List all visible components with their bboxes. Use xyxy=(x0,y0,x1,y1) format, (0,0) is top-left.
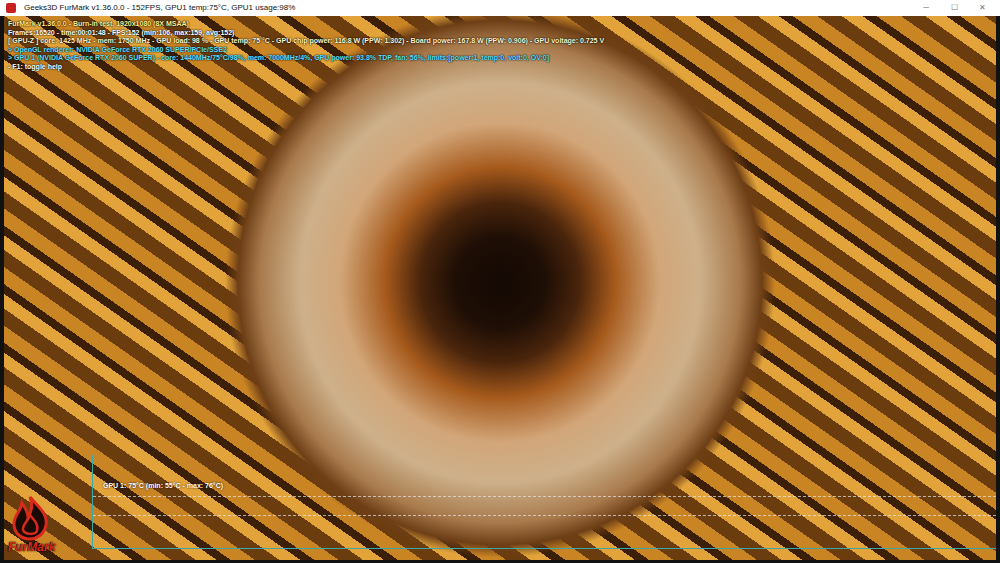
furmark-logo: FurMark xyxy=(8,495,55,554)
overlay-line: FurMark v1.36.0.0 - Burn-in test, 1920x1… xyxy=(8,20,604,29)
overlay-line: Frames:16520 - time:00:01:48 - FPS:152 (… xyxy=(8,29,604,38)
close-button[interactable]: ✕ xyxy=(968,0,996,16)
logo-text: FurMark xyxy=(8,541,55,554)
render-view: FurMark v1.36.0.0 - Burn-in test, 1920x1… xyxy=(0,16,1000,563)
overlay-line: > OpenGL renderer: NVIDIA GeForce RTX 20… xyxy=(8,46,604,55)
window-controls: ─☐✕ xyxy=(912,0,996,16)
graph-gridline xyxy=(93,496,996,497)
graph-gridline xyxy=(93,515,996,516)
maximize-button[interactable]: ☐ xyxy=(940,0,968,16)
info-overlay: FurMark v1.36.0.0 - Burn-in test, 1920x1… xyxy=(8,20,604,72)
flame-icon xyxy=(8,495,52,541)
temperature-graph: GPU 1: 75°C (min: 55°C - max: 76°C) xyxy=(92,455,996,549)
furmark-window: Geeks3D FurMark v1.36.0.0 - 152FPS, GPU1… xyxy=(0,0,1000,563)
overlay-line: [ GPU-Z ] core: 1425 MHz - mem: 1750 MHz… xyxy=(8,37,604,46)
overlay-line: > GPU 1 (NVIDIA GeForce RTX 2060 SUPER) … xyxy=(8,54,604,63)
minimize-button[interactable]: ─ xyxy=(912,0,940,16)
furmark-app-icon xyxy=(6,3,16,13)
overlay-line: - F1: toggle help xyxy=(8,63,604,72)
graph-label: GPU 1: 75°C (min: 55°C - max: 76°C) xyxy=(103,481,996,492)
title-bar[interactable]: Geeks3D FurMark v1.36.0.0 - 152FPS, GPU1… xyxy=(0,0,1000,16)
window-title: Geeks3D FurMark v1.36.0.0 - 152FPS, GPU1… xyxy=(24,2,904,14)
